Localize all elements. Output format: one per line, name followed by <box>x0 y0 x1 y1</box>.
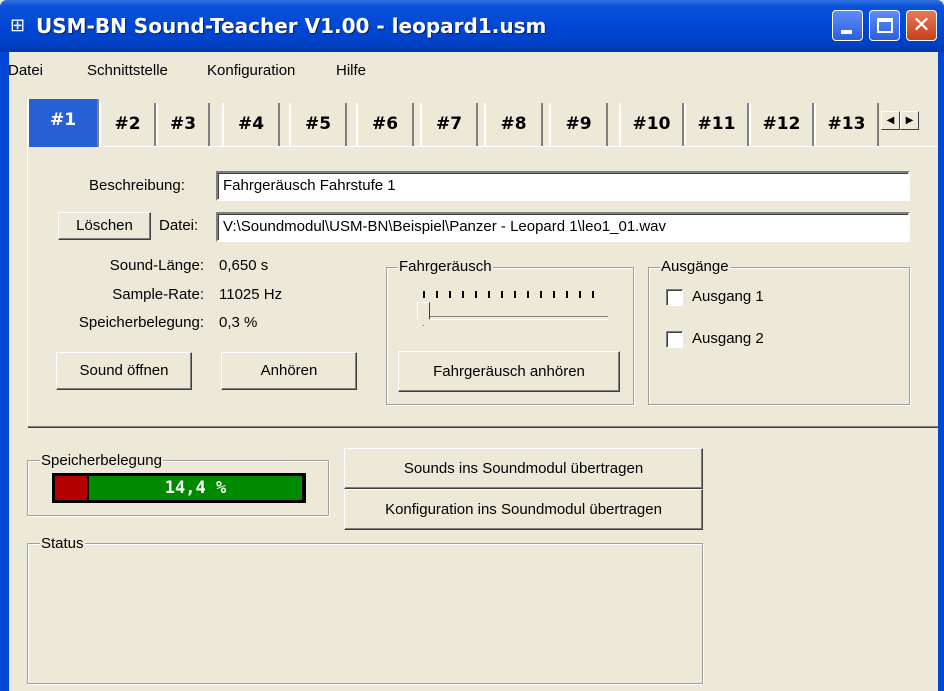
sound-laenge-value: 0,650 s <box>219 257 269 274</box>
arrow-left-icon: ◀ <box>886 115 895 126</box>
ausgaenge-group <box>648 267 910 405</box>
datei-label: Datei: <box>159 217 199 234</box>
ausgaenge-group-title: Ausgänge <box>660 257 730 277</box>
status-group <box>27 543 703 684</box>
ausgang-2-checkbox[interactable] <box>666 331 683 348</box>
menu-datei[interactable]: Datei <box>8 60 43 82</box>
menu-hilfe[interactable]: Hilfe <box>336 60 366 82</box>
tab-6[interactable]: #6 <box>356 103 414 146</box>
speicherbelegung-value: 0,3 % <box>219 314 258 331</box>
loeschen-button[interactable]: Löschen <box>58 212 151 240</box>
tab-scroll-right-button[interactable]: ▶ <box>900 111 919 130</box>
speicher-progress-used <box>55 476 87 500</box>
tab-8[interactable]: #8 <box>484 103 543 146</box>
datei-input[interactable]: V:\Soundmodul\USM-BN\Beispiel\Panzer - L… <box>216 212 910 242</box>
speicherbelegung-group-title: Speicherbelegung <box>40 451 163 471</box>
fahrgeraeusch-group-title: Fahrgeräusch <box>398 257 493 277</box>
transfer-config-button[interactable]: Konfiguration ins Soundmodul übertragen <box>344 489 703 530</box>
maximize-icon <box>877 18 893 33</box>
menu-schnittstelle[interactable]: Schnittstelle <box>87 60 168 82</box>
tab-9[interactable]: #9 <box>549 103 608 146</box>
sound-oeffnen-button[interactable]: Sound öffnen <box>56 352 192 390</box>
minimize-icon <box>841 30 852 34</box>
maximize-button[interactable] <box>869 10 900 41</box>
tab-3[interactable]: #3 <box>156 103 210 146</box>
arrow-right-icon: ▶ <box>905 115 914 126</box>
menu-konfiguration[interactable]: Konfiguration <box>207 60 295 82</box>
fahrgeraeusch-anhoeren-button[interactable]: Fahrgeräusch anhören <box>398 351 620 392</box>
minimize-button[interactable] <box>832 10 863 41</box>
speicher-progress-label: 14,4 % <box>89 476 302 500</box>
tab-1[interactable]: #1 <box>27 99 99 147</box>
tab-7[interactable]: #7 <box>420 103 478 146</box>
speicherbelegung-label: Speicherbelegung: <box>78 314 204 331</box>
window-left-border <box>0 52 9 691</box>
close-icon: ✕ <box>912 13 931 38</box>
anhoeren-button[interactable]: Anhören <box>221 352 357 390</box>
tab-13[interactable]: #13 <box>814 103 879 146</box>
ausgang-2-label[interactable]: Ausgang 2 <box>692 328 764 350</box>
ausgang-1-label[interactable]: Ausgang 1 <box>692 286 764 308</box>
tab-11[interactable]: #11 <box>684 103 749 146</box>
sample-rate-label: Sample-Rate: <box>112 286 204 303</box>
tab-12[interactable]: #12 <box>749 103 814 146</box>
fahrgeraeusch-slider-track[interactable] <box>424 316 608 320</box>
beschreibung-label: Beschreibung: <box>89 177 185 194</box>
beschreibung-input[interactable]: Fahrgeräusch Fahrstufe 1 <box>216 171 910 201</box>
window-right-border <box>938 52 944 691</box>
status-group-title: Status <box>40 534 85 554</box>
app-icon[interactable]: ⊞ <box>10 15 30 37</box>
ausgang-1-checkbox[interactable] <box>666 289 683 306</box>
transfer-sounds-button[interactable]: Sounds ins Soundmodul übertragen <box>344 448 703 489</box>
window-title: USM-BN Sound-Teacher V1.00 - leopard1.us… <box>36 14 547 38</box>
sample-rate-value: 11025 Hz <box>219 286 283 303</box>
close-button[interactable]: ✕ <box>906 10 937 41</box>
tab-5[interactable]: #5 <box>289 103 347 146</box>
tab-scroll-left-button[interactable]: ◀ <box>881 111 900 130</box>
tab-10[interactable]: #10 <box>619 103 684 146</box>
sound-laenge-label: Sound-Länge: <box>109 257 204 274</box>
tab-2[interactable]: #2 <box>99 103 156 146</box>
tab-4[interactable]: #4 <box>222 103 280 146</box>
